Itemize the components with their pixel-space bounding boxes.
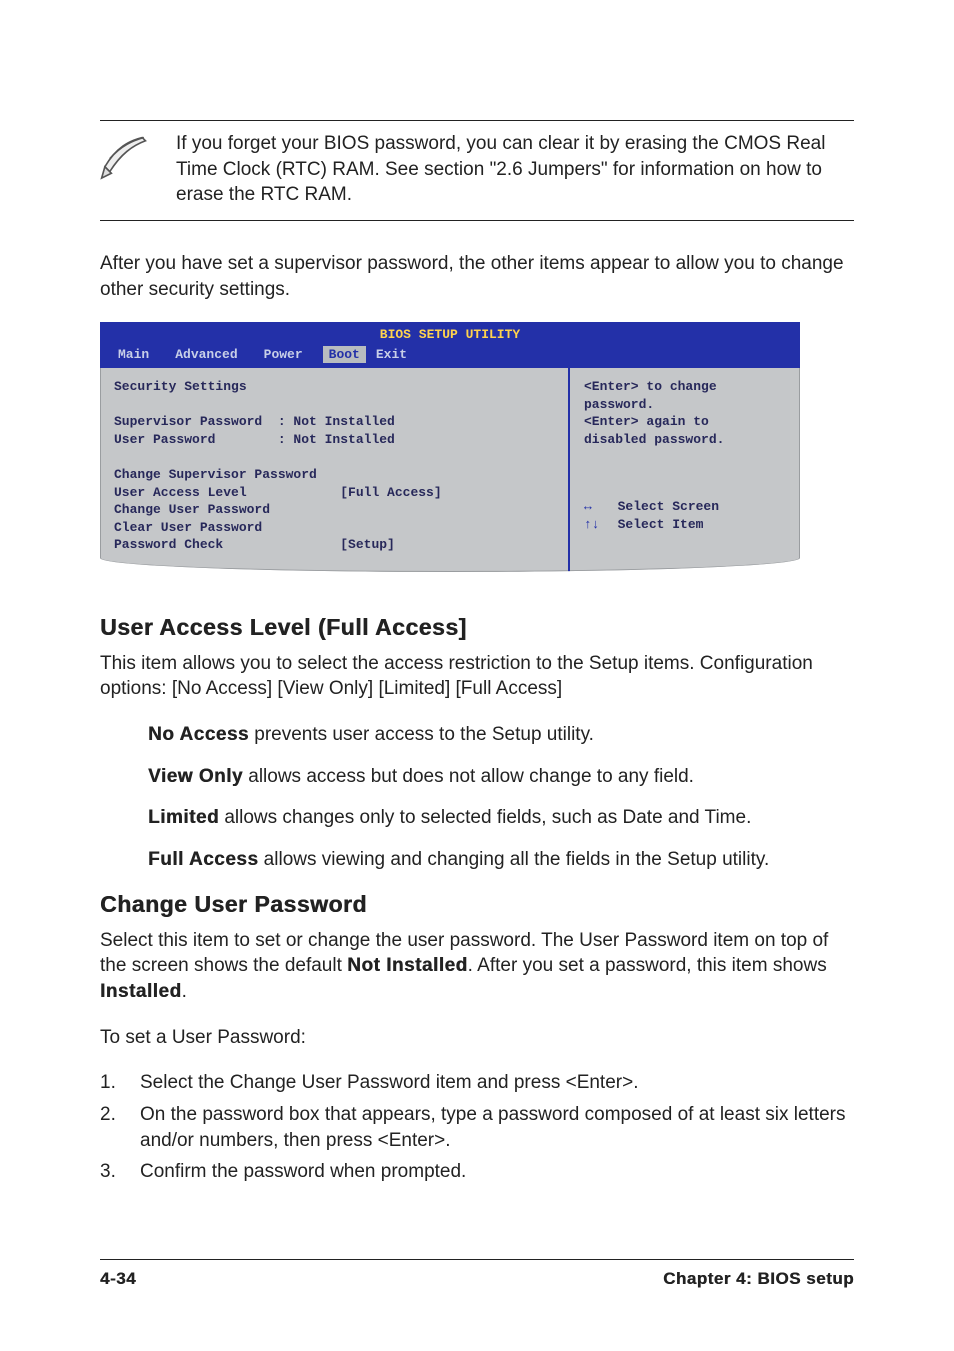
definition-text: prevents user access to the Setup utilit…: [249, 724, 594, 745]
bios-screenshot: BIOS SETUP UTILITY Main Advanced Power B…: [100, 322, 800, 572]
arrow-lr-icon: ↔: [584, 498, 600, 516]
bios-tab-boot: Boot: [323, 346, 366, 364]
text: . After you set a password, this item sh…: [468, 955, 827, 976]
inline-bold: Not Installed: [347, 955, 468, 976]
bios-tab-advanced: Advanced: [175, 346, 253, 364]
definition-text: allows changes only to selected fields, …: [219, 807, 751, 828]
step-item: 1. Select the Change User Password item a…: [100, 1070, 854, 1096]
section-heading-change-user-password: Change User Password: [100, 889, 854, 920]
bios-tab-exit: Exit: [376, 346, 423, 364]
definition-text: allows access but does not allow change …: [243, 766, 694, 787]
bios-help-line: disabled password.: [584, 431, 786, 449]
definition-term: Limited: [148, 807, 219, 828]
definition-item: View Only allows access but does not all…: [148, 764, 854, 790]
step-item: 2. On the password box that appears, type…: [100, 1102, 854, 1153]
bios-tabs: Main Advanced Power Boot Exit: [100, 346, 800, 367]
bios-left-panel: Security Settings Supervisor Password : …: [100, 368, 570, 571]
bios-tab-power: Power: [264, 346, 319, 364]
step-number: 2.: [100, 1102, 118, 1153]
text: .: [182, 981, 187, 1002]
step-text: On the password box that appears, type a…: [140, 1102, 854, 1153]
page-number: 4-34: [100, 1268, 136, 1291]
bios-help-panel: <Enter> to change password. <Enter> agai…: [570, 368, 800, 571]
section-heading-user-access-level: User Access Level (Full Access]: [100, 612, 854, 643]
arrow-ud-icon: ↑↓: [584, 516, 600, 534]
chapter-label: Chapter 4: BIOS setup: [663, 1268, 854, 1291]
bios-title: BIOS SETUP UTILITY: [100, 324, 800, 346]
section2-p1: Select this item to set or change the us…: [100, 928, 854, 1005]
note-text: If you forget your BIOS password, you ca…: [176, 131, 854, 208]
bios-header: BIOS SETUP UTILITY Main Advanced Power B…: [100, 322, 800, 366]
definition-term: No Access: [148, 724, 249, 745]
bios-help-line: password.: [584, 396, 786, 414]
bios-nav-label: Select Screen: [618, 498, 719, 516]
note-box: If you forget your BIOS password, you ca…: [100, 120, 854, 221]
bios-help-line: <Enter> to change: [584, 378, 786, 396]
definition-item: No Access prevents user access to the Se…: [148, 722, 854, 748]
step-text: Select the Change User Password item and…: [140, 1070, 854, 1096]
step-text: Confirm the password when prompted.: [140, 1159, 854, 1185]
section2-p2: To set a User Password:: [100, 1025, 854, 1051]
intro-paragraph: After you have set a supervisor password…: [100, 251, 854, 302]
bios-help-line: <Enter> again to: [584, 413, 786, 431]
bios-nav-hints: ↔ ↑↓ Select Screen Select Item: [584, 498, 786, 533]
pencil-note-icon: [100, 131, 152, 191]
step-item: 3. Confirm the password when prompted.: [100, 1159, 854, 1185]
definition-term: Full Access: [148, 849, 258, 870]
bios-tab-main: Main: [118, 346, 165, 364]
definition-item: Limited allows changes only to selected …: [148, 805, 854, 831]
inline-bold: Installed: [100, 981, 182, 1002]
steps-list: 1. Select the Change User Password item a…: [100, 1070, 854, 1185]
definition-term: View Only: [148, 766, 243, 787]
definition-item: Full Access allows viewing and changing …: [148, 847, 854, 873]
step-number: 1.: [100, 1070, 118, 1096]
definition-list: No Access prevents user access to the Se…: [100, 722, 854, 873]
section-description: This item allows you to select the acces…: [100, 651, 854, 702]
page-footer: 4-34 Chapter 4: BIOS setup: [100, 1259, 854, 1291]
bios-nav-label: Select Item: [618, 516, 719, 534]
definition-text: allows viewing and changing all the fiel…: [258, 849, 769, 870]
step-number: 3.: [100, 1159, 118, 1185]
